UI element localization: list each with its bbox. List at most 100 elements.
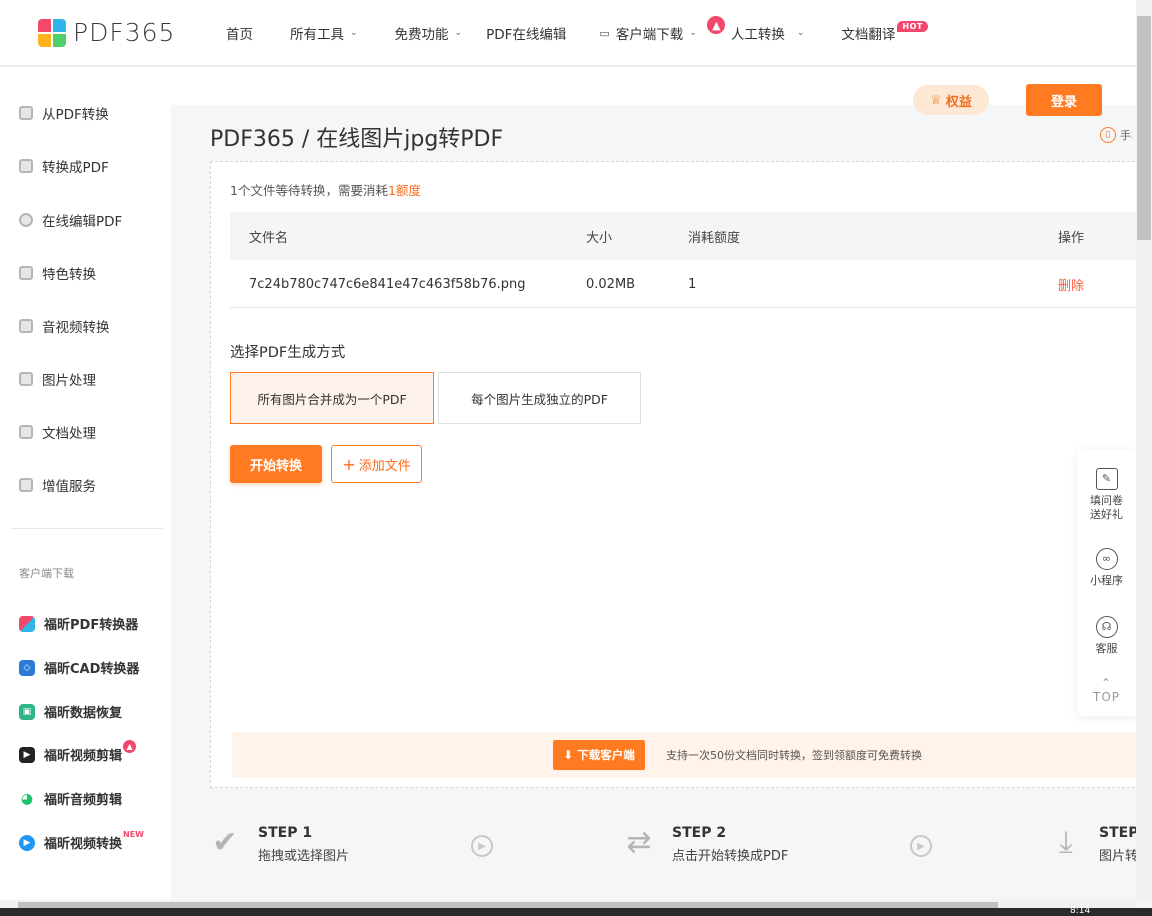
app-label: 福昕视频剪辑	[44, 749, 123, 764]
headset-icon: ☊	[1095, 616, 1118, 638]
media-convert-icon	[19, 319, 33, 333]
mini-program-button[interactable]: ∞ 小程序	[1077, 548, 1136, 588]
app-pdf-converter[interactable]: 福昕PDF转换器	[19, 614, 138, 633]
survey-gift-button[interactable]: ✎ 填问卷 送好礼	[1077, 468, 1136, 522]
new-badge: NEW	[123, 830, 144, 839]
pdf365-logo[interactable]: PDF365	[38, 18, 175, 47]
step-2: ⇄ STEP 2 点击开始转换成PDF	[622, 824, 789, 865]
option-merge-all[interactable]: 所有图片合并成为一个PDF	[230, 372, 434, 424]
add-file-button[interactable]: + 添加文件	[331, 445, 422, 483]
check-icon: ✔	[212, 824, 238, 860]
conversion-panel[interactable]: 1个文件等待转换，需要消耗1额度 文件名 大小 消耗额度 操作 7c24b780…	[210, 161, 1150, 788]
chevron-down-icon: ⌄	[796, 28, 805, 38]
app-video-converter[interactable]: ▶ 福昕视频转换 NEW	[19, 830, 144, 852]
step-subtitle: 图片转	[1099, 849, 1136, 864]
back-to-top-button[interactable]: ⌃ TOP	[1077, 676, 1136, 704]
nav-client-download[interactable]: ▭ 客户端下载 ⌄ ▲	[599, 0, 726, 66]
value-service-icon	[19, 478, 33, 492]
app-label: 福昕视频转换	[44, 837, 123, 852]
mini-program-label: 小程序	[1090, 574, 1123, 587]
customer-service-label: 客服	[1095, 642, 1118, 655]
step-subtitle: 点击开始转换成PDF	[672, 849, 789, 864]
sidebar-item-image-process[interactable]: 图片处理	[19, 369, 96, 389]
main-nav: 首页 所有工具 ⌄ 免费功能 ⌄ PDF在线编辑 ▭ 客户端下载 ⌄ ▲ 人工转…	[226, 0, 928, 66]
nav-manual-convert[interactable]: 人工转换 ⌄	[731, 0, 805, 66]
nav-all-tools-label: 所有工具	[290, 27, 344, 43]
headphone-app-icon: ◕	[19, 790, 35, 807]
sidebar-item-label: 增值服务	[42, 479, 96, 495]
nav-home-label: 首页	[226, 27, 253, 43]
download-client-button[interactable]: ⬇ 下载客户端	[553, 740, 645, 770]
steps-section: ✔ STEP 1 拖拽或选择图片 ▶ ⇄ STEP 2 点击开始转换成PDF ▶…	[171, 807, 1136, 900]
sidebar-item-special-convert[interactable]: 特色转换	[19, 263, 96, 283]
app-cad-converter[interactable]: ◇ 福昕CAD转换器	[19, 658, 139, 677]
generation-mode-label: 选择PDF生成方式	[230, 345, 346, 361]
app-label: 福昕数据恢复	[44, 706, 123, 721]
phone-icon: ▯	[1100, 127, 1116, 143]
to-pdf-icon	[19, 159, 33, 173]
sidebar-item-media-convert[interactable]: 音视频转换	[19, 316, 110, 336]
app-audio-editor[interactable]: ◕ 福昕音频剪辑	[19, 789, 122, 808]
vertical-scrollbar[interactable]	[1136, 0, 1152, 900]
survey-label-line2: 送好礼	[1090, 508, 1123, 521]
file-size: 0.02MB	[586, 276, 636, 292]
nav-doc-translate-label: 文档翻译	[841, 27, 896, 43]
from-pdf-icon	[19, 106, 33, 120]
content-header-strip	[171, 67, 1136, 105]
download-client-label: 下载客户端	[577, 748, 635, 762]
chevron-down-icon: ⌄	[454, 28, 463, 38]
add-file-label: 添加文件	[358, 458, 411, 474]
logo-text: PDF365	[73, 18, 176, 47]
sidebar-section-title: 客户端下载	[19, 567, 74, 580]
table-row: 7c24b780c747c6e841e47c463f58b76.png 0.02…	[230, 260, 1140, 308]
sidebar-item-from-pdf[interactable]: 从PDF转换	[19, 103, 109, 123]
plus-icon: +	[342, 454, 356, 474]
crown-icon: ♕	[930, 92, 942, 108]
chevron-down-icon: ⌄	[689, 28, 697, 38]
flame-icon: ▲	[123, 740, 137, 753]
main-content: ♕ 权益 登录 PDF365 / 在线图片jpg转PDF ▯ 手机 1个文件等待…	[171, 67, 1150, 900]
file-name: 7c24b780c747c6e841e47c463f58b76.png	[249, 276, 526, 292]
edit-pdf-icon	[19, 213, 33, 227]
sidebar-item-value-service[interactable]: 增值服务	[19, 475, 96, 495]
app-data-recovery[interactable]: ▣ 福昕数据恢复	[19, 702, 122, 721]
nav-pdf-online-edit[interactable]: PDF在线编辑	[486, 0, 566, 66]
option-separate-pdf[interactable]: 每个图片生成独立的PDF	[438, 372, 641, 424]
customer-service-button[interactable]: ☊ 客服	[1077, 616, 1136, 656]
col-header-credits: 消耗额度	[688, 230, 741, 246]
nav-free-features[interactable]: 免费功能 ⌄	[395, 0, 463, 66]
status-line: 1个文件等待转换，需要消耗1额度	[230, 180, 421, 199]
sidebar-item-document-process[interactable]: 文档处理	[19, 422, 96, 442]
sidebar-item-to-pdf[interactable]: 转换成PDF	[19, 156, 109, 176]
sidebar-item-label: 在线编辑PDF	[42, 214, 123, 230]
nav-home[interactable]: 首页	[226, 0, 253, 66]
top-label: TOP	[1092, 690, 1120, 704]
vertical-scroll-thumb[interactable]	[1137, 16, 1151, 240]
sidebar-item-edit-pdf[interactable]: 在线编辑PDF	[19, 210, 122, 230]
step-1: ✔ STEP 1 拖拽或选择图片	[208, 824, 350, 865]
swap-icon: ⇄	[626, 824, 652, 860]
document-process-icon	[19, 425, 33, 439]
credit-highlight: 1额度	[387, 183, 421, 198]
mobile-link[interactable]: ▯ 手机	[1100, 127, 1132, 143]
video-editor-app-icon: ▶	[19, 746, 35, 763]
nav-free-features-label: 免费功能	[394, 27, 449, 43]
flame-icon: ▲	[707, 16, 726, 34]
start-convert-button[interactable]: 开始转换	[230, 445, 322, 483]
monitor-download-icon: ▭	[599, 26, 610, 40]
sidebar-item-label: 特色转换	[42, 267, 96, 283]
os-taskbar	[0, 908, 1152, 916]
chevron-up-icon: ⌃	[1100, 676, 1113, 690]
nav-manual-convert-label: 人工转换	[730, 27, 785, 43]
delete-link[interactable]: 删除	[1058, 260, 1084, 308]
rights-button[interactable]: ♕ 权益	[913, 85, 989, 115]
hot-badge: HOT	[897, 21, 928, 32]
step-title: STEP 2	[672, 825, 727, 841]
data-recovery-app-icon: ▣	[19, 703, 35, 720]
nav-all-tools[interactable]: 所有工具 ⌄	[290, 0, 358, 66]
cad-converter-app-icon: ◇	[19, 659, 35, 676]
login-button[interactable]: 登录	[1026, 84, 1102, 116]
step-subtitle: 拖拽或选择图片	[258, 849, 350, 864]
app-video-editor[interactable]: ▶ 福昕视频剪辑 ▲	[19, 740, 137, 764]
nav-doc-translate[interactable]: 文档翻译 HOT	[841, 0, 928, 66]
